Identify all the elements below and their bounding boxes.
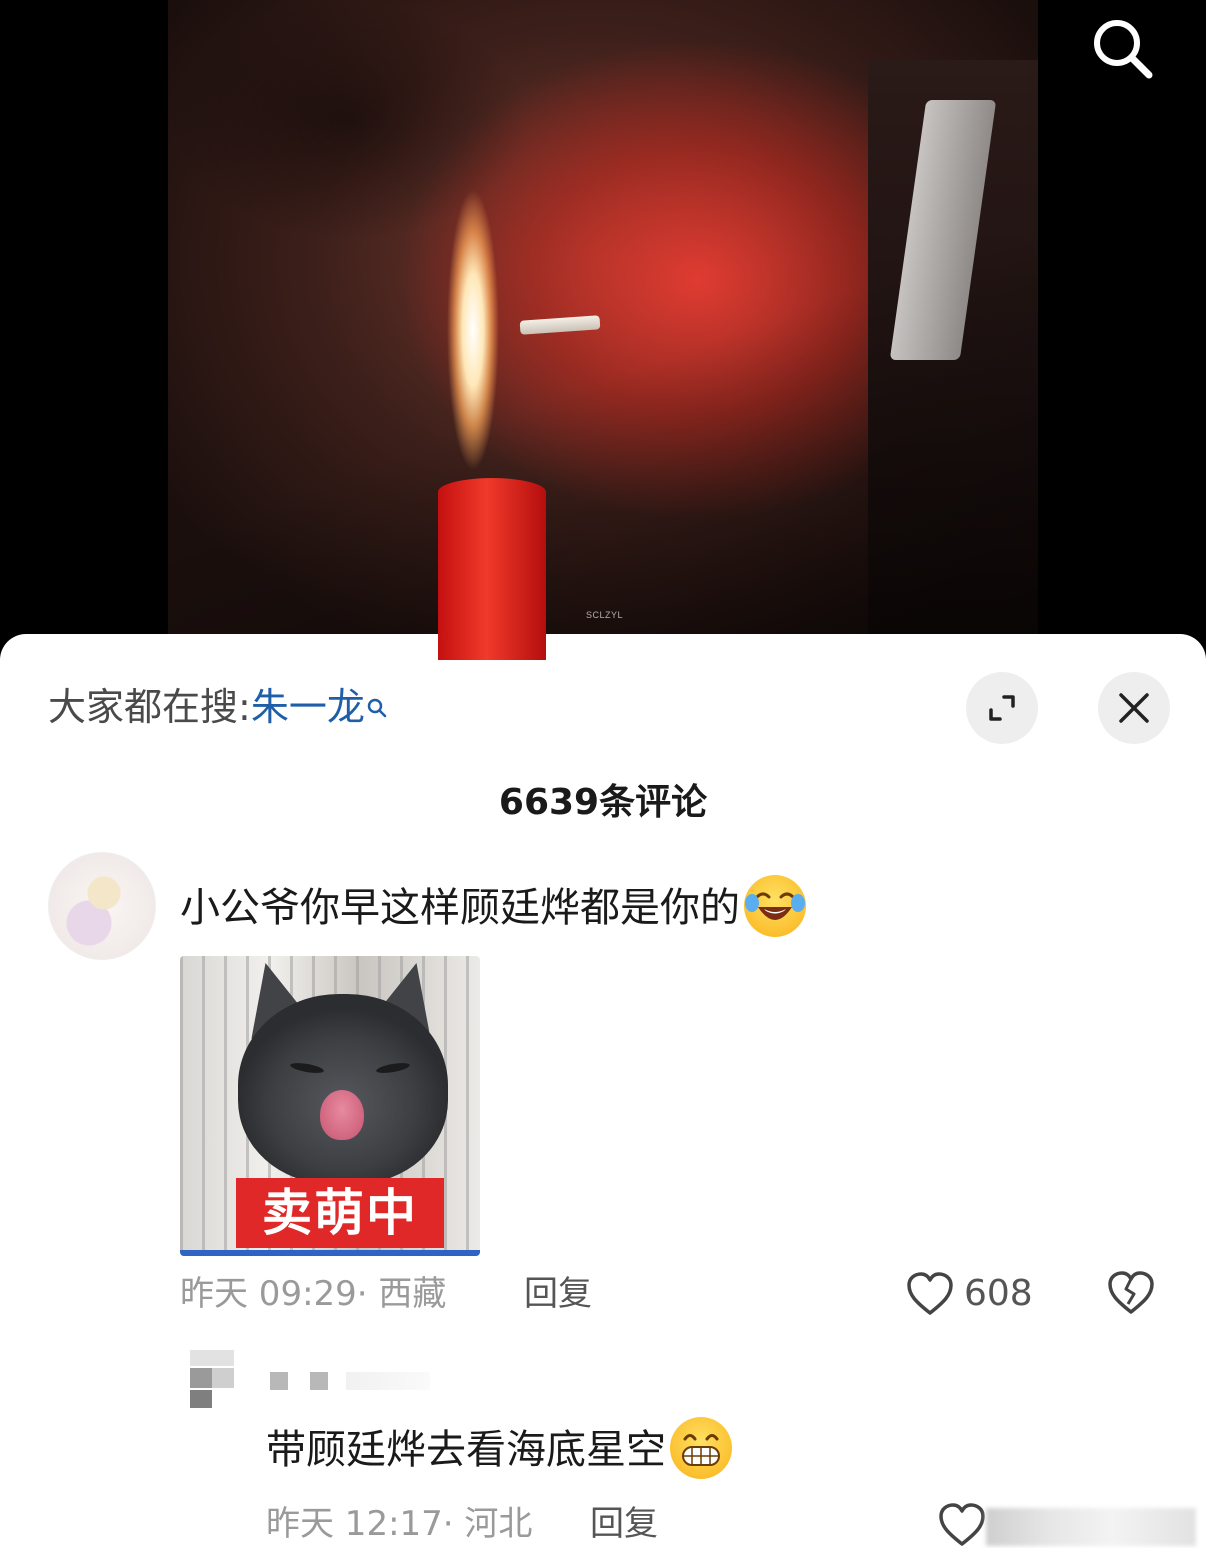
expand-button[interactable]	[966, 672, 1038, 744]
comment-body: 小公爷你早这样顾廷烨都是你的	[180, 875, 806, 937]
heart-icon	[907, 1272, 953, 1315]
reply-body: 带顾廷烨去看海底星空	[266, 1417, 732, 1479]
trending-search-term: 朱一龙	[250, 685, 365, 729]
reply-actions-obscured	[986, 1508, 1196, 1546]
reply-to-reply-button[interactable]: 回复	[590, 1502, 658, 1546]
reply-location: · 河北	[442, 1504, 533, 1544]
tears-of-joy-emoji-icon	[744, 875, 806, 937]
close-button[interactable]	[1098, 672, 1170, 744]
red-candle	[438, 478, 546, 660]
trending-search-label: 大家都在搜	[48, 685, 239, 729]
reply-button[interactable]: 回复	[524, 1272, 592, 1316]
expand-icon	[989, 695, 1015, 721]
search-icon	[1094, 20, 1153, 79]
comment-time: 昨天 09:29	[180, 1274, 357, 1314]
comment-image-cat-sticker[interactable]: 卖萌中	[180, 956, 480, 1256]
reply-meta: 昨天 12:17· 河北 回复	[266, 1502, 1196, 1546]
sticker-caption: 卖萌中	[236, 1178, 444, 1248]
comment-text: 小公爷你早这样顾廷烨都是你的	[180, 885, 740, 931]
comment-sheet: 大家都在搜:朱一龙 6639条评论 小公爷你早这样顾廷烨都是你的 卖萌中 昨天 …	[0, 634, 1206, 1548]
trending-search-link[interactable]: 大家都在搜:朱一龙	[48, 682, 391, 734]
video-frame: SCLZYL	[168, 0, 1038, 660]
reply-time: 昨天 12:17	[266, 1504, 443, 1544]
close-icon	[1119, 693, 1149, 723]
broken-heart-icon	[1108, 1271, 1154, 1314]
cat-head	[238, 994, 448, 1184]
comment-count: 6639条评论	[498, 782, 708, 823]
reply-username-obscured[interactable]	[270, 1370, 430, 1390]
video-player[interactable]: SCLZYL	[0, 0, 1206, 660]
comment-location: · 西藏	[356, 1274, 447, 1314]
small-search-icon	[365, 684, 391, 734]
dislike-button[interactable]	[1106, 1268, 1156, 1318]
commenter-avatar[interactable]	[48, 852, 156, 960]
grinning-emoji-icon	[670, 1417, 732, 1479]
search-button[interactable]	[1086, 12, 1158, 84]
like-button[interactable]: 608	[906, 1270, 1033, 1318]
trending-search-separator: :	[238, 685, 251, 729]
candle-flame	[438, 180, 508, 480]
comment-meta: 昨天 09:29· 西藏 回复 608	[180, 1270, 1170, 1318]
cat-tongue	[320, 1090, 364, 1140]
reply-avatar[interactable]	[190, 1350, 234, 1408]
heart-icon	[939, 1503, 985, 1546]
reply-like-button[interactable]	[938, 1502, 988, 1548]
like-count: 608	[964, 1273, 1033, 1314]
video-watermark: SCLZYL	[586, 610, 624, 620]
reply-text: 带顾廷烨去看海底星空	[266, 1427, 666, 1473]
sticker-bottom-strip	[180, 1250, 480, 1256]
